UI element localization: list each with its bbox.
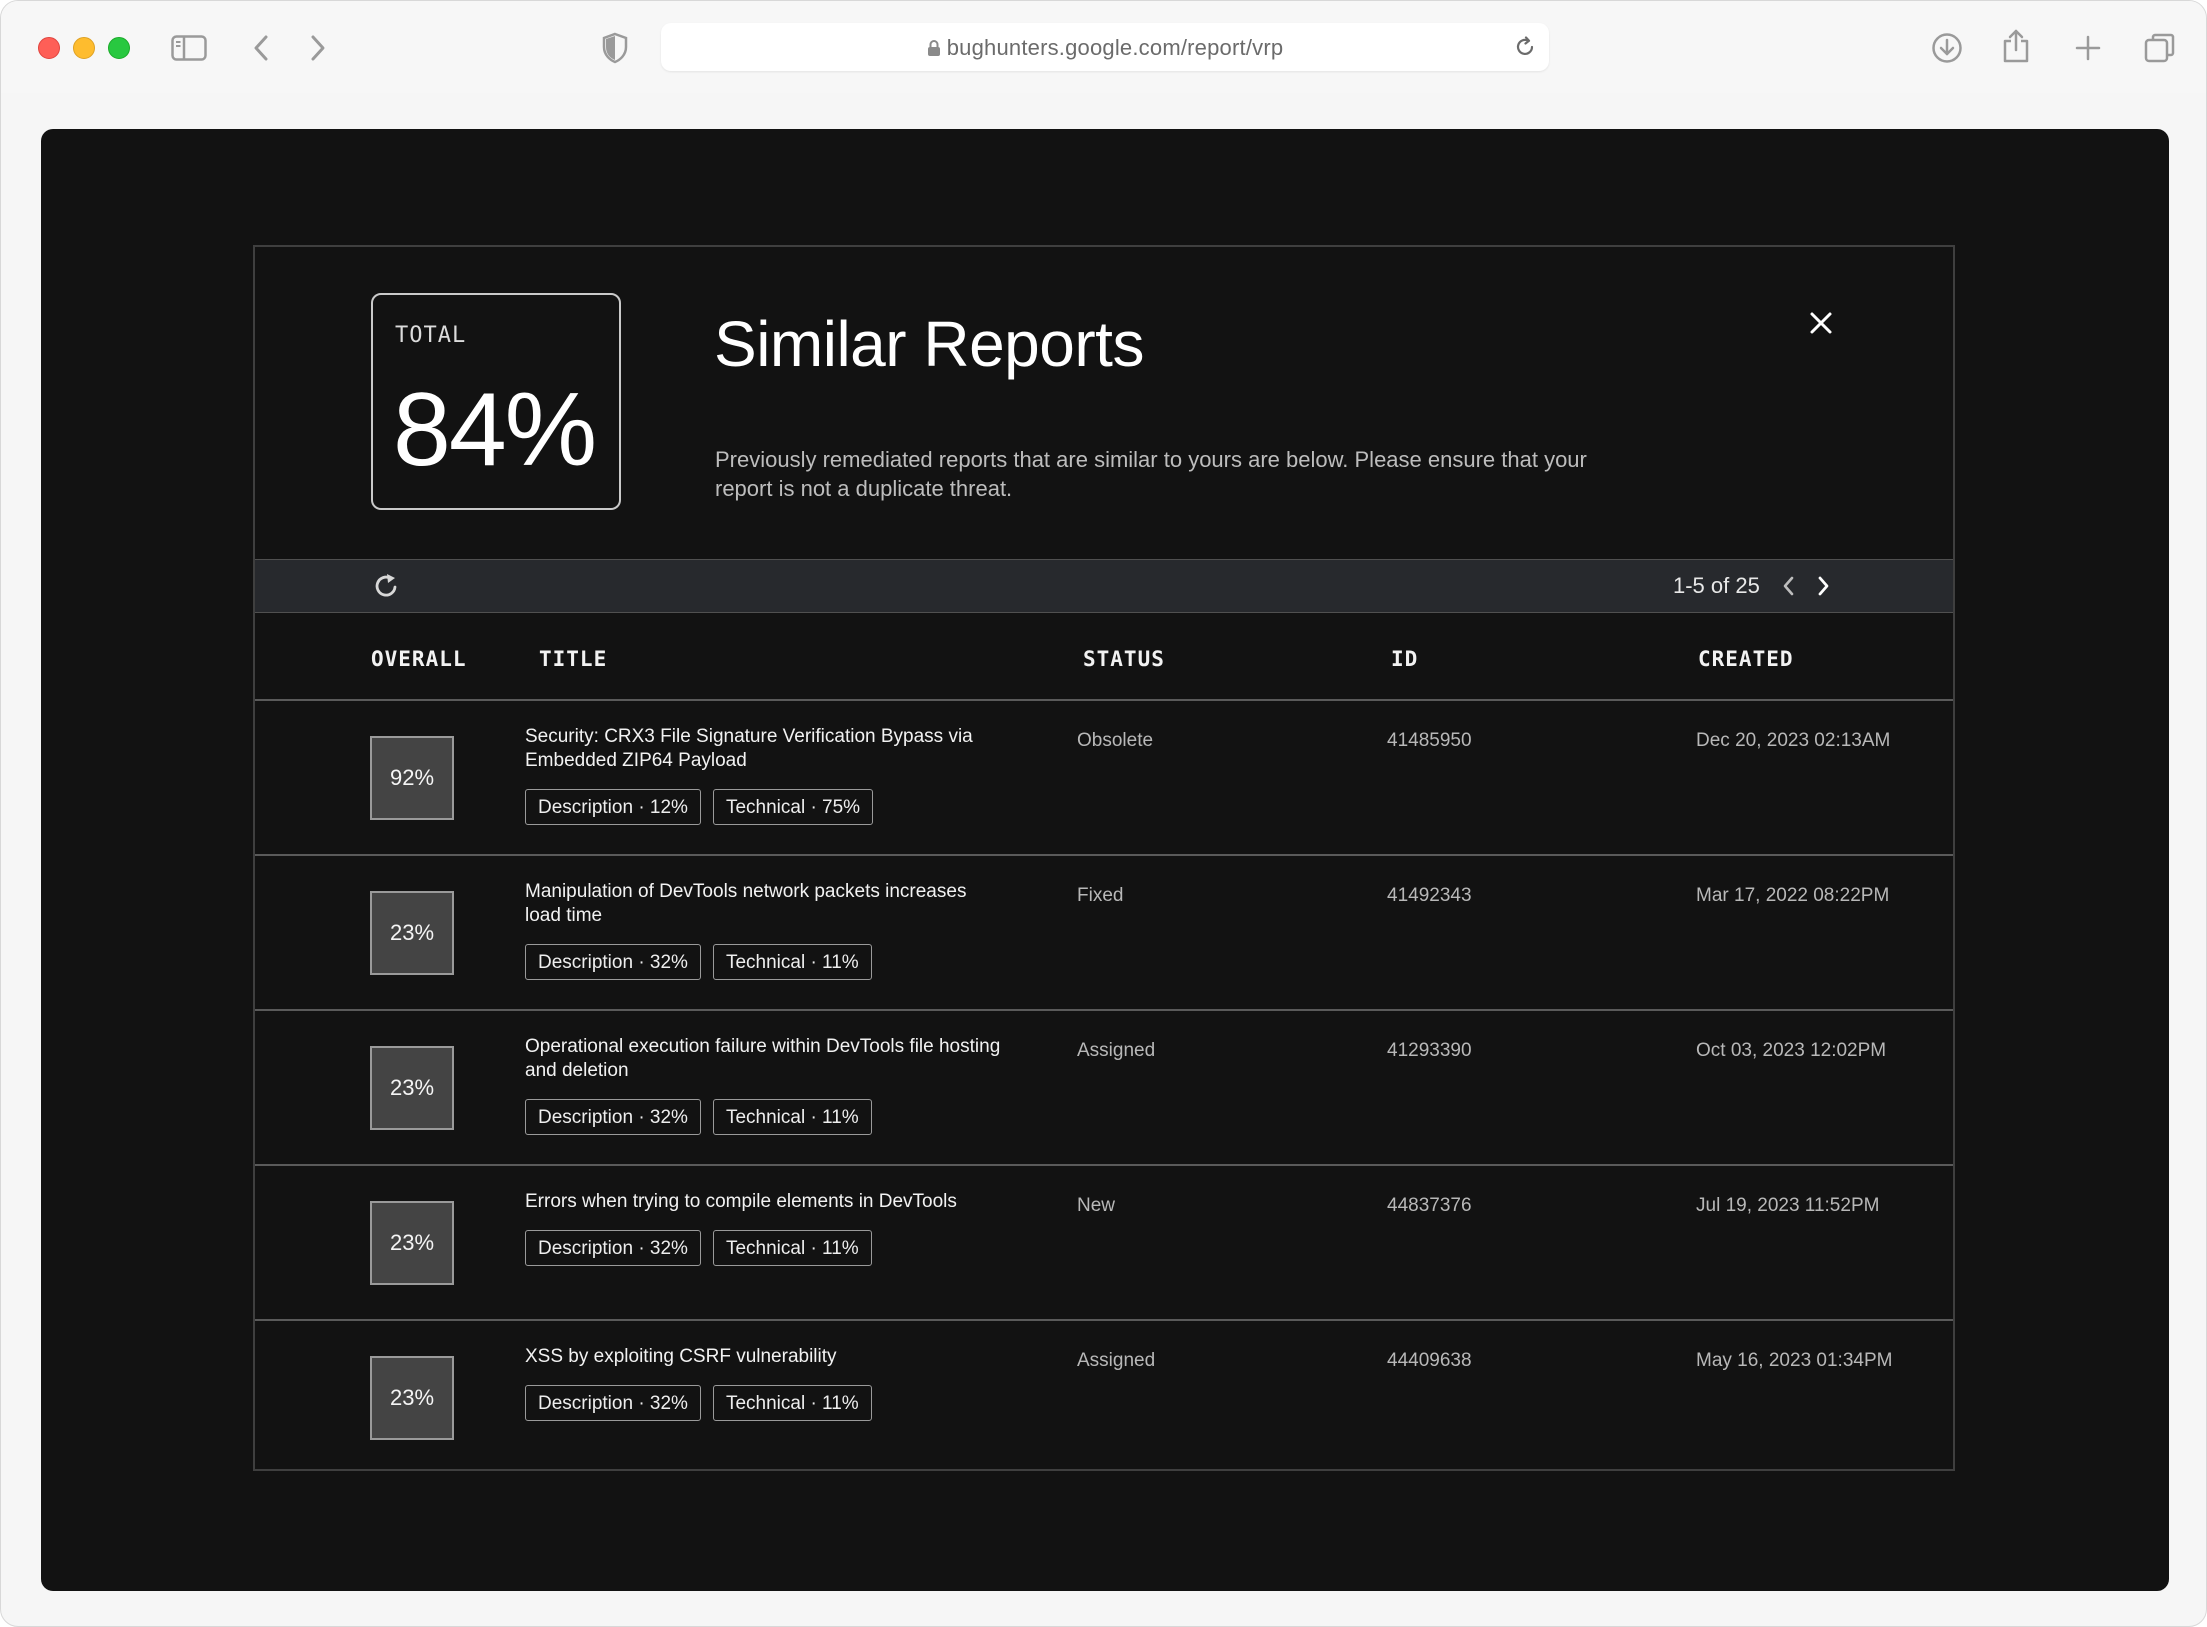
technical-score-tag: Technical · 11% [712,1385,872,1421]
description-score-tag: Description · 32% [525,1230,701,1266]
table-row[interactable]: 23% Errors when trying to compile elemen… [255,1166,1953,1321]
table-toolbar: 1-5 of 25 [255,559,1953,613]
prev-page-chevron-left-icon[interactable] [1777,573,1801,599]
minimize-window-button[interactable] [73,37,95,59]
header-overall[interactable]: OVERALL [371,647,467,671]
report-status: Fixed [1077,885,1124,906]
overall-score: 23% [370,1201,454,1285]
sidebar-icon[interactable] [171,35,207,61]
report-id[interactable]: 44409638 [1387,1350,1472,1372]
share-icon[interactable] [2002,28,2030,64]
dialog-description: Previously remediated reports that are s… [715,447,1587,501]
score-tags: Description · 32% Technical · 11% [525,1385,872,1421]
header-status[interactable]: STATUS [1083,647,1165,671]
header-id[interactable]: ID [1391,647,1418,671]
report-title[interactable]: Manipulation of DevTools network packets… [525,880,1005,928]
score-tags: Description · 32% Technical · 11% [525,944,872,980]
score-tags: Description · 12% Technical · 75% [525,789,874,825]
shield-icon[interactable] [602,32,628,64]
report-id[interactable]: 44837376 [1387,1195,1472,1217]
score-tags: Description · 32% Technical · 11% [525,1230,872,1266]
refresh-icon[interactable] [371,571,401,601]
overall-score: 23% [370,1356,454,1440]
table-row[interactable]: 23% Manipulation of DevTools network pac… [255,856,1953,1011]
header-created[interactable]: CREATED [1698,647,1794,671]
technical-score-tag: Technical · 75% [712,789,874,825]
description-score-tag: Description · 32% [525,1385,701,1421]
close-icon [1810,312,1832,334]
report-id[interactable]: 41293390 [1387,1040,1472,1062]
report-id[interactable]: 41492343 [1387,885,1472,907]
browser-window: bughunters.google.com/report/vrp TOTAL 8… [0,0,2207,1627]
back-chevron-left-icon[interactable] [252,34,270,62]
report-title[interactable]: XSS by exploiting CSRF vulnerability [525,1345,1005,1369]
technical-score-tag: Technical · 11% [712,1099,872,1135]
zoom-window-button[interactable] [108,37,130,59]
close-button[interactable] [1801,303,1841,343]
reload-icon[interactable] [1513,35,1537,59]
total-label: TOTAL [395,323,467,348]
technical-score-tag: Technical · 11% [712,944,872,980]
report-status: New [1077,1195,1116,1216]
description-score-tag: Description · 32% [525,1099,701,1135]
total-score-card: TOTAL 84% [371,293,621,510]
page-content: TOTAL 84% Similar Reports Previously rem… [41,129,2169,1591]
forward-chevron-right-icon[interactable] [309,34,327,62]
score-tags: Description · 32% Technical · 11% [525,1099,872,1135]
close-window-button[interactable] [38,37,60,59]
browser-toolbar: bughunters.google.com/report/vrp [1,1,2206,93]
report-created: Mar 17, 2022 08:22PM [1696,885,1890,906]
table-row[interactable]: 23% XSS by exploiting CSRF vulnerability… [255,1321,1953,1476]
report-created: Dec 20, 2023 02:13AM [1696,730,1891,751]
tabs-overview-icon[interactable] [2144,32,2176,64]
table-header: OVERALL TITLE STATUS ID CREATED [255,613,1953,701]
report-status: Assigned [1077,1350,1156,1371]
plus-icon[interactable] [2074,34,2102,62]
pagination-range: 1-5 of 25 [1673,573,1760,598]
dialog-title: Similar Reports [714,308,1144,380]
download-icon[interactable] [1931,32,1963,64]
report-title[interactable]: Security: CRX3 File Signature Verificati… [525,725,1005,773]
report-status: Assigned [1077,1040,1156,1061]
lock-icon [927,40,940,56]
report-title[interactable]: Errors when trying to compile elements i… [525,1190,1005,1214]
overall-score: 23% [370,1046,454,1130]
url-label: bughunters.google.com/report/vrp [946,35,1284,60]
technical-score-tag: Technical · 11% [712,1230,872,1266]
table-row[interactable]: 23% Operational execution failure within… [255,1011,1953,1166]
report-created: Oct 03, 2023 12:02PM [1696,1040,1887,1061]
report-id[interactable]: 41485950 [1387,730,1472,752]
report-title[interactable]: Operational execution failure within Dev… [525,1035,1005,1083]
overall-score: 92% [370,736,454,820]
address-bar[interactable]: bughunters.google.com/report/vrp [661,23,1549,71]
description-score-tag: Description · 12% [525,789,701,825]
report-created: May 16, 2023 01:34PM [1696,1350,1893,1371]
header-title[interactable]: TITLE [539,647,607,671]
report-status: Obsolete [1077,730,1154,751]
report-created: Jul 19, 2023 11:52PM [1696,1195,1880,1216]
similar-reports-dialog: TOTAL 84% Similar Reports Previously rem… [253,245,1955,1471]
description-score-tag: Description · 32% [525,944,701,980]
next-page-chevron-right-icon[interactable] [1811,573,1835,599]
table-row[interactable]: 92% Security: CRX3 File Signature Verifi… [255,701,1953,856]
total-value: 84% [393,372,597,488]
overall-score: 23% [370,891,454,975]
url-text: bughunters.google.com/report/vrp [661,35,1549,61]
